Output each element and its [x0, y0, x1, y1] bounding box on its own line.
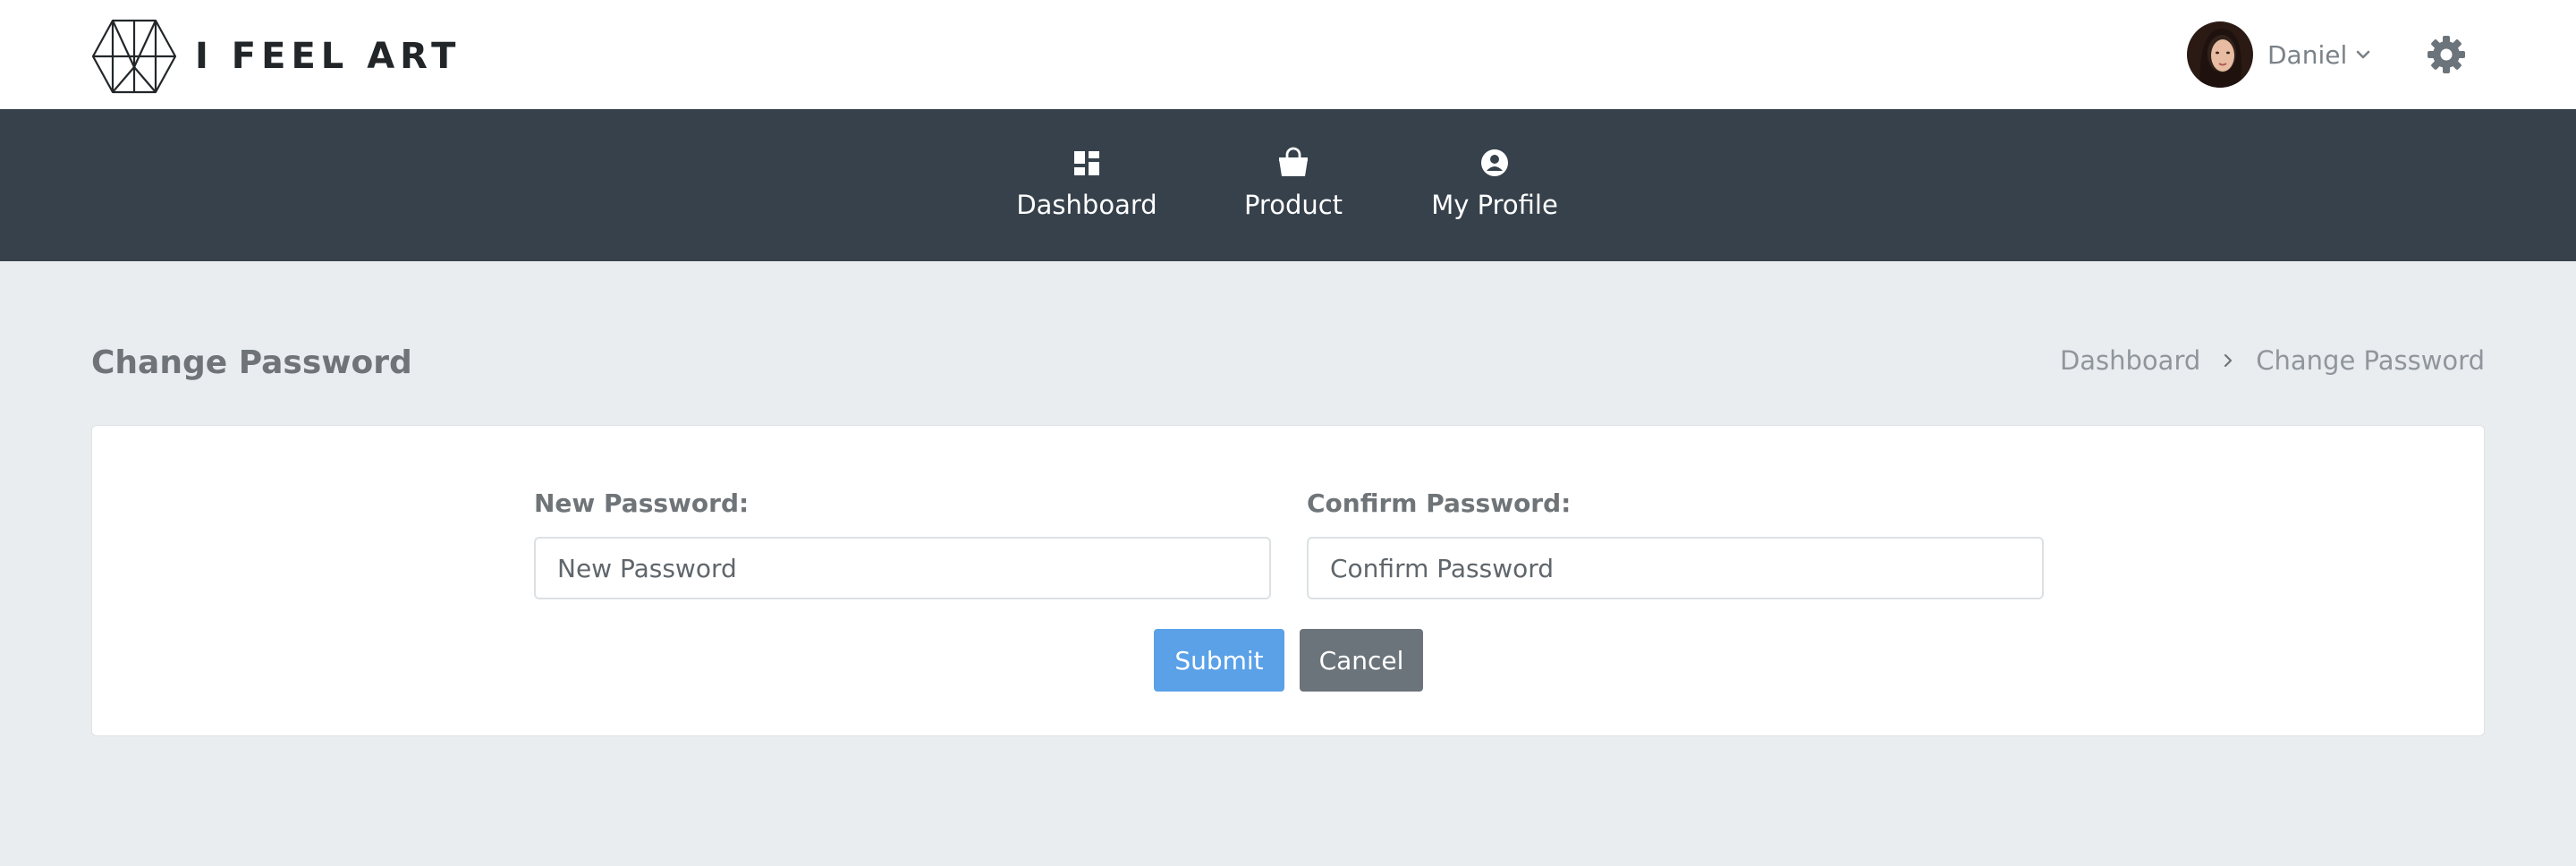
- new-password-label: New Password:: [534, 488, 750, 518]
- breadcrumb-dashboard-link[interactable]: Dashboard: [2060, 345, 2200, 376]
- main-navbar: Dashboard Product My Profile: [0, 109, 2576, 261]
- nav-item-dashboard[interactable]: Dashboard: [1015, 109, 1158, 261]
- chevron-right-icon: [2224, 353, 2233, 368]
- breadcrumb: Dashboard Change Password: [2060, 345, 2485, 376]
- brand-logo[interactable]: I FEEL ART: [91, 18, 461, 95]
- nav-label-my-profile: My Profile: [1431, 190, 1558, 220]
- user-name: Daniel: [2267, 39, 2348, 70]
- user-menu[interactable]: Daniel: [2187, 21, 2372, 88]
- top-header: I FEEL ART Daniel: [0, 0, 2576, 109]
- nav-label-dashboard: Dashboard: [1016, 190, 1157, 220]
- logo-icon: [91, 19, 177, 94]
- new-password-input[interactable]: [534, 537, 1271, 599]
- cancel-button[interactable]: Cancel: [1300, 629, 1423, 692]
- settings-button[interactable]: [2426, 34, 2467, 75]
- submit-button[interactable]: Submit: [1154, 629, 1284, 692]
- change-password-card: New Password: Confirm Password: Submit C…: [91, 425, 2485, 736]
- gear-icon: [2428, 36, 2465, 73]
- confirm-password-label: Confirm Password:: [1307, 488, 1572, 518]
- dashboard-grid-icon: [1071, 147, 1103, 179]
- nav-item-my-profile[interactable]: My Profile: [1431, 109, 1558, 261]
- breadcrumb-current: Change Password: [2256, 345, 2485, 376]
- page-title: Change Password: [91, 344, 412, 381]
- chevron-down-icon: [2356, 50, 2370, 59]
- confirm-password-input[interactable]: [1307, 537, 2044, 599]
- nav-label-product: Product: [1243, 190, 1343, 220]
- avatar: [2187, 21, 2253, 88]
- nav-item-product[interactable]: Product: [1237, 109, 1350, 261]
- shopping-bag-icon: [1277, 147, 1309, 179]
- brand-name: I FEEL ART: [195, 36, 462, 77]
- user-circle-icon: [1479, 147, 1511, 179]
